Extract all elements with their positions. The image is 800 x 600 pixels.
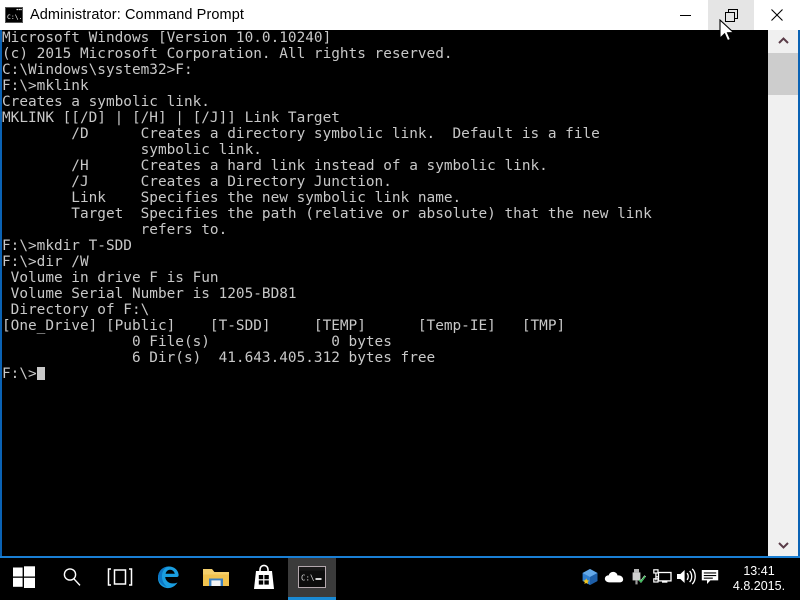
console-line: 0 File(s) 0 bytes <box>2 334 392 350</box>
show-desktop-button[interactable] <box>796 558 800 600</box>
console-output-area[interactable]: Microsoft Windows [Version 10.0.10240] (c… <box>2 30 768 556</box>
console-line: Directory of F:\ <box>2 302 150 318</box>
console-icon: C:\. <box>5 7 23 23</box>
search-icon <box>61 566 83 593</box>
console-line: (c) 2015 Microsoft Corporation. All righ… <box>2 46 453 62</box>
store-button[interactable] <box>240 558 288 600</box>
close-button[interactable] <box>754 0 800 30</box>
console-line: /H Creates a hard link instead of a symb… <box>2 158 548 174</box>
console-line: refers to. <box>2 222 228 238</box>
speaker-icon <box>676 568 696 590</box>
speech-bubble-icon <box>701 569 719 590</box>
safely-remove-hardware-button[interactable] <box>626 558 650 600</box>
desktop: C:\. Administrator: Command Prompt Micro… <box>0 0 800 600</box>
file-explorer-button[interactable] <box>192 558 240 600</box>
taskbar-item-command-prompt[interactable]: C:\ <box>288 558 336 600</box>
store-bag-icon <box>252 564 276 595</box>
console-scrollbar[interactable] <box>768 30 798 556</box>
taskbar: C:\ 13:41 4.8.2015. <box>0 558 800 600</box>
console-line: C:\Windows\system32>F: <box>2 62 193 78</box>
network-monitor-icon <box>652 568 672 590</box>
svg-text:C:\.: C:\. <box>7 13 22 21</box>
console-line: 6 Dir(s) 41.643.405.312 bytes free <box>2 350 436 366</box>
folder-icon <box>202 565 230 594</box>
console-line: F:\> <box>2 366 652 382</box>
console-line: Target Specifies the path (relative or a… <box>2 206 652 222</box>
console-line: MKLINK [[/D] | [/H] | [/J]] Link Target <box>2 110 340 126</box>
window-title: Administrator: Command Prompt <box>30 7 245 23</box>
window-controls <box>662 0 800 30</box>
console-cursor <box>36 367 45 380</box>
console-line: Creates a symbolic link. <box>2 94 210 110</box>
network-button[interactable] <box>650 558 674 600</box>
console-line: [One_Drive] [Public] [T-SDD] [TEMP] [Tem… <box>2 318 566 334</box>
blue-cube-star-icon <box>581 568 599 591</box>
console-text: Microsoft Windows [Version 10.0.10240] (c… <box>2 30 652 382</box>
tray-app-button[interactable] <box>578 558 602 600</box>
console-icon: C:\ <box>298 565 326 593</box>
console-line: Volume Serial Number is 1205-BD81 <box>2 286 297 302</box>
console-line: symbolic link. <box>2 142 262 158</box>
console-line: Microsoft Windows [Version 10.0.10240] <box>2 30 332 46</box>
volume-button[interactable] <box>674 558 698 600</box>
console-line: Link Specifies the new symbolic link nam… <box>2 190 462 206</box>
console-line: F:\>dir /W <box>2 254 89 270</box>
scroll-up-arrow-icon[interactable] <box>768 30 798 52</box>
clock-date: 4.8.2015. <box>732 579 786 593</box>
command-prompt-window: C:\. Administrator: Command Prompt Micro… <box>0 0 800 558</box>
svg-text:C:\: C:\ <box>301 573 315 582</box>
console-line: Volume in drive F is Fun <box>2 270 219 286</box>
onedrive-button[interactable] <box>602 558 626 600</box>
console-line: /D Creates a directory symbolic link. De… <box>2 126 600 142</box>
maximize-restore-button[interactable] <box>708 0 754 30</box>
clock-button[interactable]: 13:41 4.8.2015. <box>722 558 796 600</box>
title-bar[interactable]: C:\. Administrator: Command Prompt <box>0 0 800 30</box>
console-line: F:\>mklink <box>2 78 89 94</box>
task-view-icon <box>107 567 133 592</box>
cloud-icon <box>604 570 624 589</box>
usb-check-icon <box>629 568 647 591</box>
system-tray: 13:41 4.8.2015. <box>578 558 800 600</box>
action-center-button[interactable] <box>698 558 722 600</box>
task-view-button[interactable] <box>96 558 144 600</box>
search-button[interactable] <box>48 558 96 600</box>
windows-logo-icon <box>13 565 35 593</box>
scroll-down-arrow-icon[interactable] <box>768 534 798 556</box>
clock-time: 13:41 <box>743 564 775 578</box>
scrollbar-thumb[interactable] <box>768 53 798 95</box>
start-button[interactable] <box>0 558 48 600</box>
console-line: F:\>mkdir T-SDD <box>2 238 132 254</box>
edge-browser-icon <box>155 563 181 596</box>
edge-button[interactable] <box>144 558 192 600</box>
minimize-button[interactable] <box>662 0 708 30</box>
console-line: /J Creates a Directory Junction. <box>2 174 392 190</box>
